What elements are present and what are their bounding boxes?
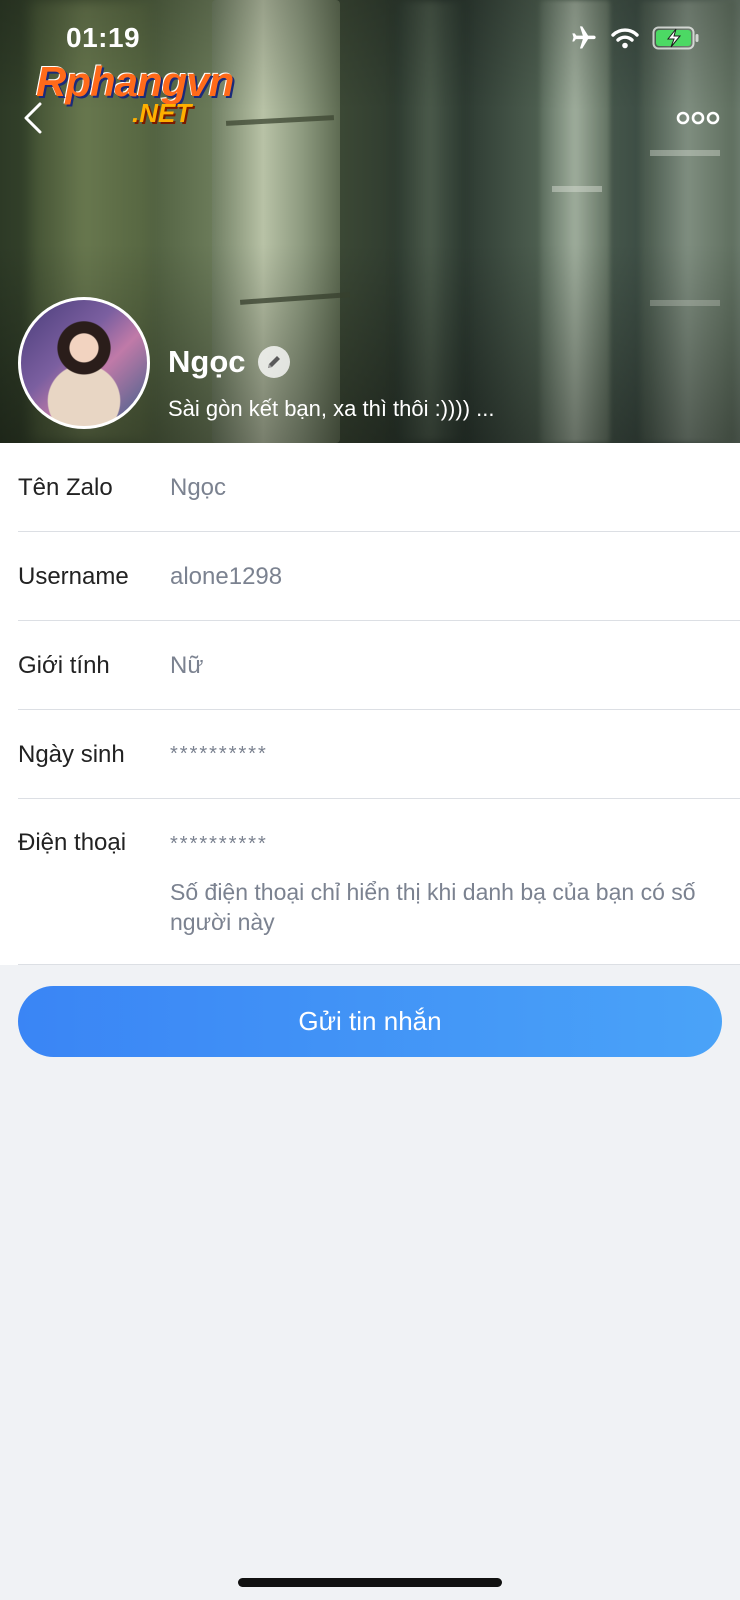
battery-charging-icon: [652, 26, 699, 50]
info-label: Tên Zalo: [18, 473, 113, 501]
info-row-username: Username alone1298: [0, 532, 740, 621]
chevron-left-icon: [24, 102, 42, 134]
info-row-gender: Giới tính Nữ: [0, 621, 740, 710]
status-time: 01:19: [66, 22, 141, 53]
profile-name: Ngọc: [168, 344, 246, 379]
watermark-sub-text: .NET: [132, 98, 192, 128]
edit-name-button[interactable]: [257, 346, 290, 378]
profile-screen: 01:19 Rphangvn .NET Ngọc Sài gòn kết bạn…: [0, 0, 740, 1600]
info-row-zalo-name: Tên Zalo Ngọc: [0, 443, 740, 532]
info-value: Ngọc: [170, 473, 227, 501]
airplane-icon: [572, 26, 596, 49]
pencil-icon: [267, 356, 280, 368]
more-options-button[interactable]: [676, 108, 720, 128]
info-value: **********: [170, 743, 268, 765]
info-label: Username: [18, 562, 129, 590]
avatar[interactable]: [18, 297, 150, 429]
profile-name-row: Ngọc: [168, 344, 290, 380]
send-message-button[interactable]: Gửi tin nhắn: [18, 986, 722, 1057]
info-row-phone: Điện thoại ********** Số điện thoại chỉ …: [0, 799, 740, 965]
info-label: Điện thoại: [18, 829, 127, 856]
phone-visibility-note: Số điện thoại chỉ hiển thị khi danh bạ c…: [170, 879, 696, 935]
watermark-logo: Rphangvn .NET: [36, 58, 266, 128]
home-indicator[interactable]: [238, 1578, 502, 1587]
more-dots-icon: [676, 111, 720, 125]
profile-info-list: Tên Zalo Ngọc Username alone1298 Giới tí…: [0, 443, 740, 965]
info-label: Ngày sinh: [18, 740, 125, 768]
profile-status: Sài gòn kết bạn, xa thì thôi :)))) ...: [168, 396, 495, 421]
info-label: Giới tính: [18, 651, 110, 679]
back-button[interactable]: [16, 98, 52, 138]
info-value: alone1298: [170, 562, 283, 590]
info-value: **********: [170, 833, 268, 855]
status-icons: [570, 24, 700, 52]
info-value: Nữ: [170, 651, 204, 679]
info-row-birthday: Ngày sinh **********: [0, 710, 740, 799]
wifi-icon: [611, 28, 639, 49]
